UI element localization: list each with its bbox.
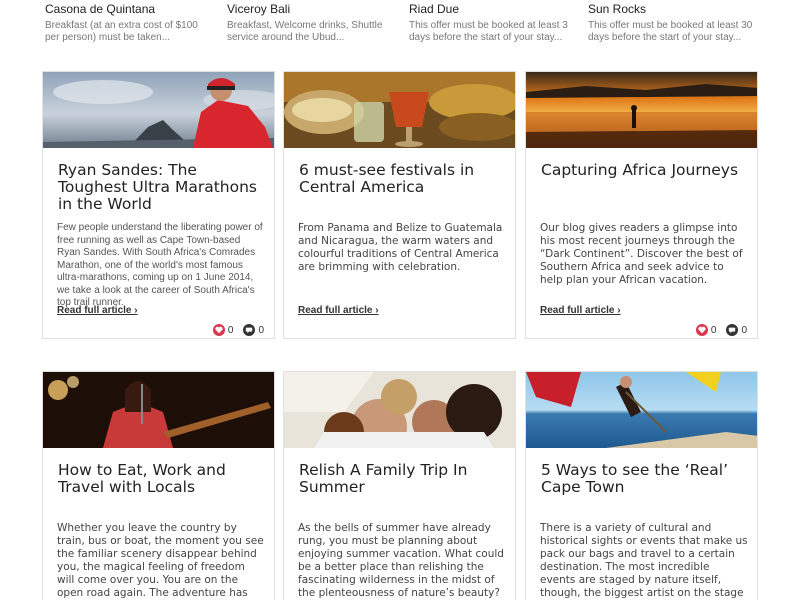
article-image-sunset[interactable] <box>526 72 757 148</box>
offer-desc: This offer must be booked at least 3 day… <box>409 20 568 43</box>
offer-sunrocks[interactable]: Sun Rocks This offer must be booked at l… <box>588 2 753 44</box>
comments-value: 0 <box>258 324 264 336</box>
article-card-festivals: 6 must-see festivals in Central America … <box>283 71 516 339</box>
article-image-family[interactable] <box>284 372 515 448</box>
read-full-article-link[interactable]: Read full article › <box>298 305 379 316</box>
offer-desc: Breakfast (at an extra cost of $100 per … <box>45 20 198 43</box>
offer-riad[interactable]: Riad Due This offer must be booked at le… <box>409 2 574 44</box>
article-title[interactable]: Capturing Africa Journeys <box>541 162 746 179</box>
likes-count[interactable]: 0 <box>695 324 717 336</box>
likes-count[interactable]: 0 <box>212 324 234 336</box>
offers-strip: Casona de Quintana Breakfast (at an extr… <box>0 0 800 50</box>
article-excerpt: From Panama and Belize to Guatemala and … <box>298 222 503 273</box>
offer-title[interactable]: Sun Rocks <box>588 2 753 16</box>
article-title[interactable]: Relish A Family Trip In Summer <box>299 462 504 496</box>
heart-icon <box>212 324 225 336</box>
comments-count[interactable]: 0 <box>726 324 747 336</box>
article-excerpt: Whether you leave the country by train, … <box>57 522 264 599</box>
offer-desc: Breakfast, Welcome drinks, Shuttle servi… <box>227 20 383 43</box>
article-card-africa-journeys: Capturing Africa Journeys Our blog gives… <box>525 71 758 339</box>
likes-value: 0 <box>227 324 234 336</box>
comment-icon <box>726 324 739 336</box>
article-image-runner[interactable] <box>43 72 274 148</box>
article-card-eat-work-travel: How to Eat, Work and Travel with Locals … <box>42 371 275 600</box>
article-image-guitarist[interactable] <box>43 372 274 448</box>
offer-viceroy[interactable]: Viceroy Bali Breakfast, Welcome drinks, … <box>227 2 392 44</box>
article-excerpt: Few people understand the liberating pow… <box>57 222 263 308</box>
read-full-article-link[interactable]: Read full article › <box>57 305 138 316</box>
comments-value: 0 <box>741 324 747 336</box>
read-full-article-link[interactable]: Read full article › <box>540 305 621 316</box>
article-image-umbrellas[interactable] <box>526 372 757 448</box>
comments-count[interactable]: 0 <box>243 324 264 336</box>
offer-casona[interactable]: Casona de Quintana Breakfast (at an extr… <box>45 2 210 44</box>
article-title[interactable]: How to Eat, Work and Travel with Locals <box>58 462 263 496</box>
offer-desc: This offer must be booked at least 30 da… <box>588 20 753 43</box>
article-counts: 0 0 <box>695 324 747 336</box>
article-image-drinks[interactable] <box>284 72 515 148</box>
comment-icon <box>243 324 256 336</box>
article-excerpt: As the bells of summer have already rung… <box>298 522 504 599</box>
article-card-cape-town: 5 Ways to see the ‘Real’ Cape Town There… <box>525 371 758 600</box>
article-counts: 0 0 <box>212 324 264 336</box>
article-title[interactable]: 5 Ways to see the ‘Real’ Cape Town <box>541 462 746 496</box>
offer-title[interactable]: Casona de Quintana <box>45 2 210 16</box>
likes-value: 0 <box>710 324 717 336</box>
article-card-family-trip: Relish A Family Trip In Summer As the be… <box>283 371 516 600</box>
heart-icon <box>695 324 708 336</box>
article-excerpt: There is a variety of cultural and histo… <box>540 522 748 599</box>
offer-title[interactable]: Riad Due <box>409 2 574 16</box>
article-card-ryan-sandes: Ryan Sandes: The Toughest Ultra Marathon… <box>42 71 275 339</box>
offer-title[interactable]: Viceroy Bali <box>227 2 392 16</box>
article-title[interactable]: 6 must-see festivals in Central America <box>299 162 504 196</box>
article-excerpt: Our blog gives readers a glimpse into hi… <box>540 222 743 286</box>
article-title[interactable]: Ryan Sandes: The Toughest Ultra Marathon… <box>58 162 263 213</box>
